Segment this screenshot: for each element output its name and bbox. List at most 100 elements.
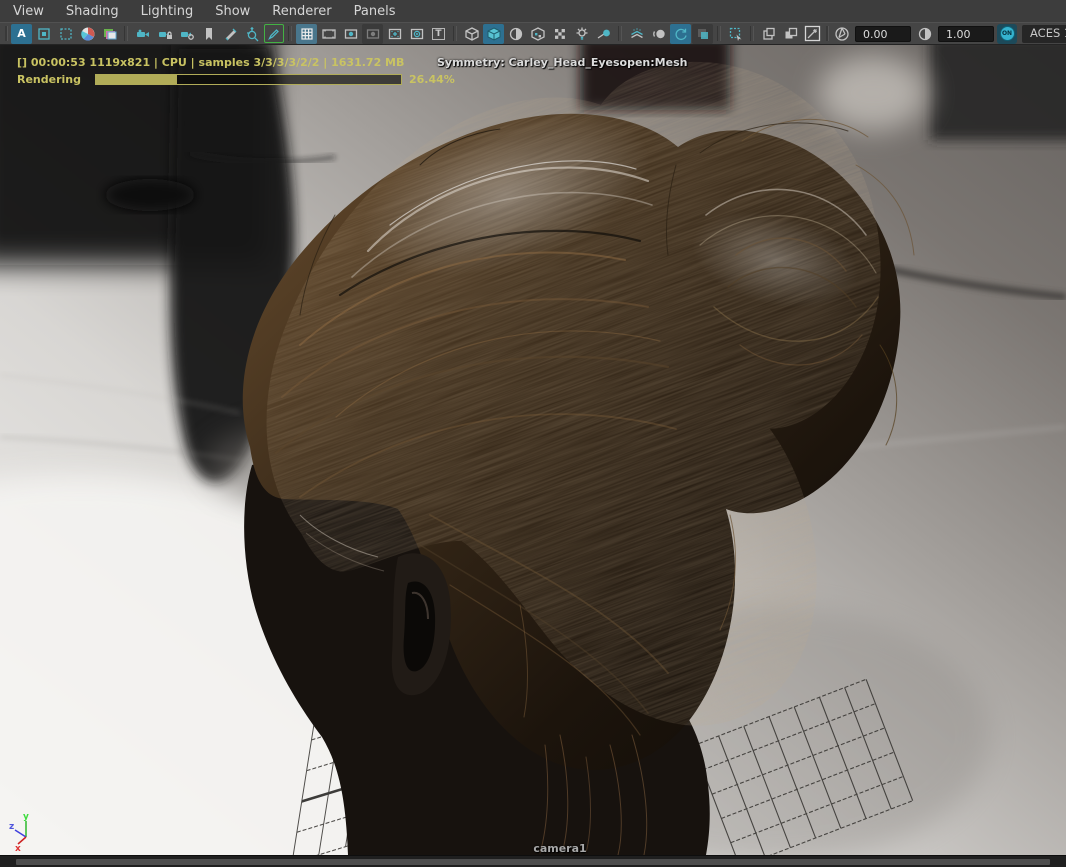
panel-toolbar: A T 0.00 1.00 ON ACES — [0, 22, 1066, 45]
shadows-button[interactable] — [593, 24, 614, 44]
lights-button[interactable] — [571, 24, 592, 44]
grid-toggle-button[interactable] — [296, 23, 317, 44]
bookmark-button[interactable] — [198, 24, 219, 44]
smooth-shade-button[interactable] — [483, 23, 504, 44]
render-loop-button[interactable] — [670, 23, 691, 44]
panel-focus-icon: A — [17, 27, 26, 40]
field-chart-icon — [388, 28, 401, 39]
camera-attributes-icon — [180, 31, 194, 40]
axis-gizmo: y z x — [9, 812, 29, 851]
menu-lighting[interactable]: Lighting — [130, 1, 205, 22]
duplicate-view-icon — [762, 27, 775, 40]
toolbar-drag-handle[interactable] — [5, 26, 8, 41]
gate-mask-icon — [366, 28, 379, 39]
camera-name-label: camera1 — [533, 842, 587, 855]
isolate-select-button[interactable] — [725, 24, 746, 44]
textured-cube-icon — [530, 26, 545, 41]
color-picker-icon — [804, 25, 821, 42]
grease-pencil-button[interactable] — [264, 24, 284, 43]
toolbar-separator — [717, 26, 721, 41]
default-material-button[interactable] — [505, 24, 526, 44]
field-chart-button[interactable] — [384, 24, 405, 44]
film-gate-button[interactable] — [318, 24, 339, 44]
camera-attributes-button[interactable] — [176, 24, 197, 44]
safe-title-icon: T — [432, 27, 445, 40]
resolution-gate-button[interactable] — [340, 24, 361, 44]
pan-zoom-icon — [246, 26, 258, 41]
toolbar-separator — [124, 26, 128, 41]
menu-panels[interactable]: Panels — [343, 1, 407, 22]
checker-button[interactable] — [549, 24, 570, 44]
view-transform-select[interactable]: ACES 1.0 SDR-video (sRGB) — [1022, 24, 1066, 43]
texture-box-button[interactable] — [692, 23, 713, 44]
safe-action-button[interactable] — [406, 24, 427, 44]
axis-z-label: z — [9, 822, 14, 832]
render-viewport[interactable]: [] 00:00:53 1119x821 | CPU | samples 3/3… — [0, 45, 1066, 855]
ssao-icon — [630, 27, 643, 38]
frame-selection-button[interactable] — [33, 24, 54, 44]
gate-mask-button[interactable] — [362, 23, 383, 44]
toolbar-separator — [288, 26, 292, 41]
gamma-field[interactable]: 1.00 — [938, 25, 994, 42]
menu-show[interactable]: Show — [204, 1, 261, 22]
motion-blur-icon — [652, 29, 665, 38]
wireframe-button[interactable] — [461, 24, 482, 44]
image-plane-icon — [103, 28, 116, 39]
ramp-brush-button[interactable] — [220, 24, 241, 44]
color-management-group: 0.00 1.00 ON ACES 1.0 SDR-video (sRGB) ▾ — [824, 23, 1066, 44]
rendering-label: Rendering — [17, 73, 81, 86]
toolbar-separator — [750, 26, 754, 41]
grease-pencil-icon — [268, 28, 279, 40]
panel-focus-button[interactable]: A — [11, 23, 32, 44]
default-material-sphere-icon — [509, 27, 522, 40]
shadows-icon — [597, 29, 610, 39]
axis-y-label: y — [23, 812, 29, 822]
exposure-button[interactable] — [831, 24, 852, 44]
view-transform-toggle[interactable]: ON — [997, 23, 1017, 44]
render-progress-bar — [95, 74, 402, 85]
split-view-icon — [785, 27, 797, 38]
isolate-select-icon — [729, 27, 741, 41]
resolution-gate-icon — [344, 28, 357, 39]
duplicate-view-button[interactable] — [758, 24, 779, 44]
exposure-field[interactable]: 0.00 — [855, 25, 911, 42]
select-camera-icon — [136, 29, 149, 37]
color-wheel-button[interactable] — [77, 24, 98, 44]
render-loop-icon — [674, 28, 687, 40]
smooth-shade-cube-icon — [487, 26, 500, 41]
lock-camera-icon — [158, 31, 172, 39]
axis-x-label: x — [15, 844, 21, 851]
lock-camera-button[interactable] — [154, 24, 175, 44]
image-plane-button[interactable] — [99, 24, 120, 44]
menu-renderer[interactable]: Renderer — [261, 1, 342, 22]
maya-panel: View Shading Lighting Show Renderer Pane… — [0, 0, 1066, 867]
frame-all-button[interactable] — [55, 24, 76, 44]
color-wheel-icon — [80, 27, 94, 41]
render-status-line: [] 00:00:53 1119x821 | CPU | samples 3/3… — [17, 56, 405, 69]
ssao-button[interactable] — [626, 24, 647, 44]
horizontal-scrollbar[interactable] — [16, 859, 1050, 865]
panel-menu-bar: View Shading Lighting Show Renderer Pane… — [0, 0, 1066, 22]
safe-title-button[interactable]: T — [428, 24, 449, 44]
select-camera-button[interactable] — [132, 24, 153, 44]
lights-icon — [576, 27, 587, 40]
textured-button[interactable] — [527, 24, 548, 44]
checker-icon — [554, 28, 565, 39]
ramp-brush-icon — [225, 28, 236, 40]
grid-icon — [300, 27, 313, 40]
color-picker-button[interactable] — [802, 24, 823, 44]
split-view-button[interactable] — [780, 24, 801, 44]
wireframe-cube-icon — [464, 26, 479, 41]
frame-selection-icon — [37, 27, 50, 40]
frame-all-icon — [59, 27, 72, 40]
render-scene — [0, 45, 1066, 855]
texture-box-icon — [697, 28, 708, 39]
toolbar-drag-handle[interactable] — [826, 26, 829, 41]
pan-zoom-button[interactable] — [242, 24, 263, 44]
menu-shading[interactable]: Shading — [55, 1, 130, 22]
menu-view[interactable]: View — [2, 1, 55, 22]
gamma-button[interactable] — [914, 24, 935, 44]
exposure-aperture-icon — [834, 26, 849, 41]
motion-blur-button[interactable] — [648, 24, 669, 44]
on-icon: ON — [999, 26, 1015, 41]
